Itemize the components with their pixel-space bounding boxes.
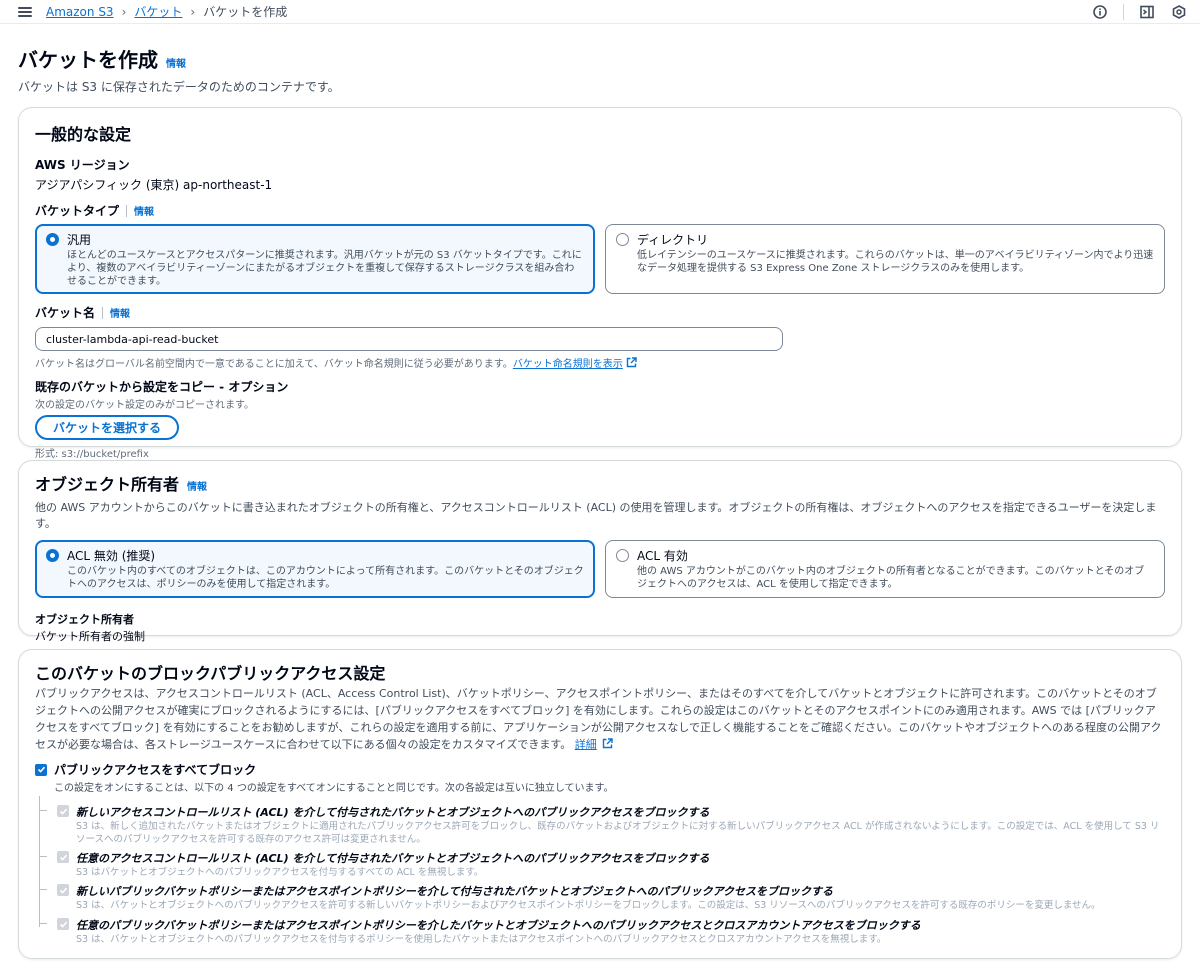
main-content: バケットを作成 情報 バケットは S3 に保存されたデータのためのコンテナです。… xyxy=(0,44,1200,959)
ownership-description: 他の AWS アカウントからこのバケットに書き込まれたオブジェクトの所有権と、ア… xyxy=(35,501,1157,530)
block-public-title: このバケットのブロックパブリックアクセス設定 xyxy=(35,664,386,683)
sub-setting-checkbox[interactable] xyxy=(57,851,69,863)
block-all-hint: この設定をオンにすることは、以下の 4 つの設定をすべてオンにすることと同じです… xyxy=(54,783,614,794)
bucket-type-label-row: バケットタイプ 情報 xyxy=(35,202,1165,219)
breadcrumb-current: バケットを作成 xyxy=(203,5,288,19)
radio-unselected-icon[interactable] xyxy=(616,233,629,246)
ownership-title: オブジェクト所有者 xyxy=(35,475,180,494)
general-settings-title: 一般的な設定 xyxy=(35,125,132,144)
toolbar-divider xyxy=(1123,3,1124,20)
bucket-name-label-row: バケット名 情報 xyxy=(35,304,1165,321)
object-owner-value: バケット所有者の強制 xyxy=(35,630,145,643)
choose-bucket-button[interactable]: バケットを選択する xyxy=(35,415,180,440)
page-title: バケットを作成 xyxy=(18,48,158,72)
format-hint: 形式: s3://bucket/prefix xyxy=(35,449,149,460)
checkmark-icon xyxy=(59,921,67,928)
external-link-icon xyxy=(626,357,637,368)
breadcrumb-buckets-link[interactable]: バケット xyxy=(134,3,182,20)
bucket-type-info-link[interactable]: 情報 xyxy=(134,203,154,218)
block-all-label: パブリックアクセスをすべてブロック xyxy=(54,763,257,777)
label-divider xyxy=(102,306,104,319)
acl-enabled-option[interactable]: ACL 有効 他の AWS アカウントがこのバケット内のオブジェクトの所有者とな… xyxy=(605,540,1165,598)
general-settings-panel: 一般的な設定 AWS リージョン アジアパシフィック (東京) ap-north… xyxy=(18,107,1182,460)
top-right-tools xyxy=(1091,3,1188,21)
details-link[interactable]: 詳細 xyxy=(575,738,597,751)
label-divider xyxy=(126,204,128,217)
top-navigation: Amazon S3 › バケット › バケットを作成 xyxy=(0,0,1200,24)
settings-hex-icon[interactable] xyxy=(1170,3,1188,21)
sub-setting-description: S3 は、バケットとオブジェクトへのパブリックアクセスを付与するポリシーを使用し… xyxy=(76,934,887,945)
sub-setting-title: 新しいアクセスコントロールリスト (ACL) を介して付与されたバケットとオブジ… xyxy=(76,806,710,819)
checkmark-icon xyxy=(59,854,67,861)
block-public-access-panel: このバケットのブロックパブリックアクセス設定 パブリックアクセスは、アクセスコン… xyxy=(18,649,1182,959)
sub-settings-list: 新しいアクセスコントロールリスト (ACL) を介して付与されたバケットとオブジ… xyxy=(39,796,1165,949)
object-ownership-panel: オブジェクト所有者 情報 他の AWS アカウントからこのバケットに書き込まれた… xyxy=(18,460,1182,643)
bucket-type-directory[interactable]: ディレクトリ 低レイテンシーのユースケースに推奨されます。これらのバケットは、単… xyxy=(605,224,1165,294)
copy-settings-hint: 次の設定のバケット設定のみがコピーされます。 xyxy=(35,400,254,411)
sub-setting-row: 任意のパブリックバケットポリシーまたはアクセスポイントポリシーを介したバケットと… xyxy=(39,917,1165,949)
bucket-type-label: バケットタイプ xyxy=(35,204,120,218)
block-public-description: パブリックアクセスは、アクセスコントロールリスト (ACL、Access Con… xyxy=(35,687,1162,751)
block-all-row: パブリックアクセスをすべてブロック xyxy=(35,761,1165,778)
block-all-checkbox[interactable] xyxy=(35,763,47,776)
sub-setting-description: S3 はバケットとオブジェクトへのパブリックアクセスを付与するすべての ACL … xyxy=(76,867,484,878)
radio-unselected-icon[interactable] xyxy=(616,549,629,562)
tile-description: 他の AWS アカウントがこのバケット内のオブジェクトの所有者となることができま… xyxy=(637,566,1145,590)
sub-setting-checkbox[interactable] xyxy=(57,918,69,930)
sub-setting-row: 新しいパブリックバケットポリシーまたはアクセスポイントポリシーを介して付与された… xyxy=(39,883,1165,917)
object-owner-label: オブジェクト所有者 xyxy=(35,613,134,626)
sub-setting-title: 任意のアクセスコントロールリスト (ACL) を介して付与されたバケットとオブジ… xyxy=(76,852,710,865)
ownership-info-link[interactable]: 情報 xyxy=(187,478,207,493)
sub-setting-row: 新しいアクセスコントロールリスト (ACL) を介して付与されたバケットとオブジ… xyxy=(39,804,1165,850)
menu-icon[interactable] xyxy=(18,6,32,17)
bucket-name-hint-row: バケット名はグローバル名前空間内で一意であることに加えて、バケット命名規則に従う… xyxy=(35,355,1165,370)
tile-title: ディレクトリ xyxy=(637,233,709,247)
page-info-link[interactable]: 情報 xyxy=(166,55,186,70)
bucket-type-tiles: 汎用 ほとんどのユースケースとアクセスパターンに推奨されます。汎用バケットが元の… xyxy=(35,224,1165,294)
bucket-name-label: バケット名 xyxy=(35,306,96,320)
bucket-name-input[interactable]: cluster-lambda-api-read-bucket xyxy=(35,327,783,351)
page-header: バケットを作成 情報 xyxy=(18,44,1182,73)
radio-selected-icon[interactable] xyxy=(46,233,59,246)
panel-icon[interactable] xyxy=(1138,3,1156,21)
bucket-name-hint: バケット名はグローバル名前空間内で一意であることに加えて、バケット命名規則に従う… xyxy=(35,359,513,370)
chevron-right-icon: › xyxy=(121,4,127,19)
info-circle-icon[interactable] xyxy=(1091,3,1109,21)
tile-description: 低レイテンシーのユースケースに推奨されます。これらのバケットは、単一のアベイラビ… xyxy=(637,250,1154,274)
naming-rules-link[interactable]: バケット命名規則を表示 xyxy=(513,355,623,370)
bucket-type-general-purpose[interactable]: 汎用 ほとんどのユースケースとアクセスパターンに推奨されます。汎用バケットが元の… xyxy=(35,224,595,294)
sub-setting-title: 任意のパブリックバケットポリシーまたはアクセスポイントポリシーを介したバケットと… xyxy=(76,919,921,932)
sub-setting-description: S3 は、バケットとオブジェクトへのパブリックアクセスを許可する新しいバケットポ… xyxy=(76,900,1101,911)
tile-title: ACL 無効 (推奨) xyxy=(67,549,156,563)
breadcrumb-root-link[interactable]: Amazon S3 xyxy=(46,5,114,19)
region-value: アジアパシフィック (東京) ap-northeast-1 xyxy=(35,178,273,192)
checkmark-icon xyxy=(59,808,67,815)
checkmark-icon xyxy=(37,766,45,773)
tile-description: このバケット内のすべてのオブジェクトは、このアカウントによって所有されます。この… xyxy=(67,566,584,590)
page-description: バケットは S3 に保存されたデータのためのコンテナです。 xyxy=(18,80,340,94)
external-link-icon xyxy=(603,738,613,749)
copy-settings-label: 既存のバケットから設定をコピー - オプション xyxy=(35,380,289,394)
acl-disabled-option[interactable]: ACL 無効 (推奨) このバケット内のすべてのオブジェクトは、このアカウントに… xyxy=(35,540,595,598)
ownership-header: オブジェクト所有者 情報 xyxy=(35,471,1165,495)
sub-setting-row: 任意のアクセスコントロールリスト (ACL) を介して付与されたバケットとオブジ… xyxy=(39,850,1165,883)
radio-selected-icon[interactable] xyxy=(46,549,59,562)
tile-title: 汎用 xyxy=(67,233,92,247)
region-label: AWS リージョン xyxy=(35,158,130,172)
sub-setting-description: S3 は、新しく追加されたバケットまたはオブジェクトに適用されたパブリックアクセ… xyxy=(76,821,1160,845)
checkmark-icon xyxy=(59,887,67,894)
block-public-description-wrap: パブリックアクセスは、アクセスコントロールリスト (ACL、Access Con… xyxy=(35,685,1165,753)
chevron-right-icon: › xyxy=(190,4,196,19)
sub-setting-checkbox[interactable] xyxy=(57,805,69,817)
tile-title: ACL 有効 xyxy=(637,549,688,563)
tile-description: ほとんどのユースケースとアクセスパターンに推奨されます。汎用バケットが元の S3… xyxy=(67,250,582,287)
sub-setting-checkbox[interactable] xyxy=(57,884,69,896)
tree-vertical-line xyxy=(39,796,40,927)
sub-setting-title: 新しいパブリックバケットポリシーまたはアクセスポイントポリシーを介して付与された… xyxy=(76,885,834,898)
bucket-name-info-link[interactable]: 情報 xyxy=(110,305,130,320)
ownership-tiles: ACL 無効 (推奨) このバケット内のすべてのオブジェクトは、このアカウントに… xyxy=(35,540,1165,598)
